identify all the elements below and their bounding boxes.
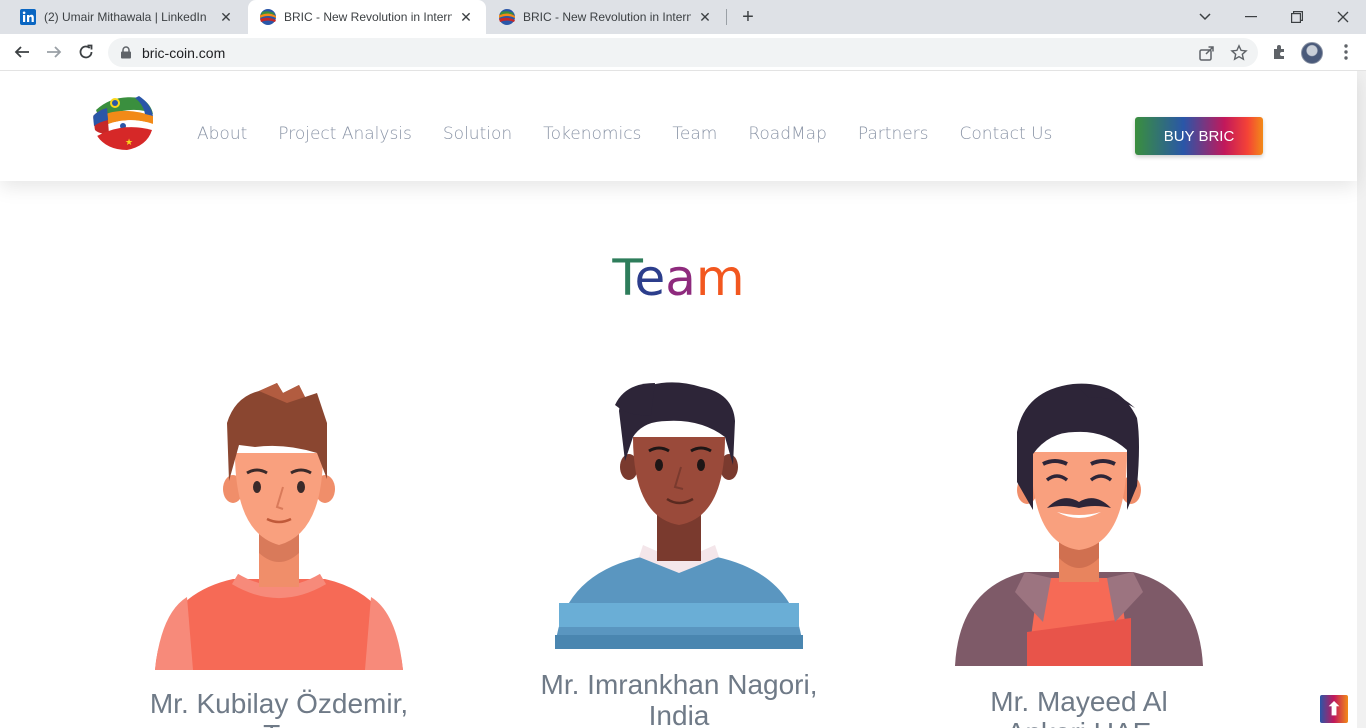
buy-bric-button[interactable]: BUY BRIC: [1135, 117, 1263, 155]
close-window-button[interactable]: [1320, 0, 1366, 34]
url-text: bric-coin.com: [142, 45, 226, 61]
tab-title: BRIC - New Revolution in Interna: [523, 10, 691, 24]
title-letter: e: [634, 249, 666, 307]
bric-logo-icon: ★: [93, 90, 154, 151]
tab-linkedin[interactable]: (2) Umair Mithawala | LinkedIn ✕: [8, 0, 246, 34]
arrow-right-icon: [47, 46, 62, 58]
minimize-button[interactable]: [1228, 0, 1274, 34]
nav-solution[interactable]: Solution: [443, 124, 512, 144]
chevron-down-icon: [1199, 13, 1211, 21]
minimize-icon: [1245, 16, 1257, 18]
member-name-line: India: [648, 700, 710, 728]
nav-tokenomics[interactable]: Tokenomics: [543, 124, 641, 144]
close-icon[interactable]: ✕: [697, 9, 713, 25]
tab-strip: (2) Umair Mithawala | LinkedIn ✕ BRIC - …: [0, 0, 1366, 34]
title-letter: T: [612, 249, 635, 307]
tab-bric[interactable]: BRIC - New Revolution in Interna ✕: [487, 0, 725, 34]
arrow-up-icon: ⬆: [1326, 698, 1342, 719]
member-name-line: Mr. Imrankhan Nagori,: [540, 669, 818, 700]
browser-toolbar: bric-coin.com: [0, 34, 1366, 71]
menu-icon[interactable]: [1336, 42, 1356, 62]
team-member-name: Mr. Mayeed Al Ankari UAE: [900, 686, 1258, 728]
bric-logo-icon: [499, 9, 515, 25]
nav-about[interactable]: About: [197, 124, 247, 144]
close-icon: [1337, 11, 1349, 23]
reload-button[interactable]: [72, 38, 100, 66]
team-member-avatar: [955, 382, 1203, 666]
team-member-name: Mr. Kubilay Özdemir, Tu: [100, 688, 458, 728]
svg-text:★: ★: [125, 138, 133, 148]
team-member-name: Mr. Imrankhan Nagori, India: [500, 669, 858, 728]
member-name-line: Tu: [100, 719, 458, 728]
member-name-line: Mr. Kubilay Özdemir,: [149, 688, 409, 719]
arrow-left-icon: [14, 46, 29, 58]
site-logo[interactable]: ★: [93, 90, 154, 151]
page-viewport: ★ About Project Analysis Solution Tokeno…: [0, 71, 1366, 728]
tab-search-button[interactable]: [1182, 0, 1228, 34]
nav-team[interactable]: Team: [672, 124, 717, 144]
site-header: ★ About Project Analysis Solution Tokeno…: [0, 71, 1357, 181]
close-icon[interactable]: ✕: [458, 9, 474, 25]
extensions-icon[interactable]: [1270, 42, 1290, 62]
tab-bric-active[interactable]: BRIC - New Revolution in Interna ✕: [248, 0, 486, 34]
forward-button[interactable]: [40, 38, 68, 66]
restore-icon: [1291, 11, 1303, 23]
tab-title: BRIC - New Revolution in Interna: [284, 10, 452, 24]
main-nav: About Project Analysis Solution Tokenomi…: [197, 124, 1083, 144]
restore-button[interactable]: [1274, 0, 1320, 34]
member-name-line: Ankari UAE: [900, 717, 1258, 728]
tab-title: (2) Umair Mithawala | LinkedIn: [44, 10, 207, 24]
share-icon[interactable]: [1198, 44, 1216, 62]
nav-contact-us[interactable]: Contact Us: [960, 124, 1053, 144]
nav-partners[interactable]: Partners: [858, 124, 929, 144]
title-letter: a: [665, 249, 696, 307]
team-member-avatar: [155, 383, 403, 670]
nav-roadmap[interactable]: RoadMap: [748, 124, 827, 144]
close-icon[interactable]: ✕: [218, 9, 234, 25]
bric-logo-icon: [260, 9, 276, 25]
new-tab-button[interactable]: +: [738, 7, 758, 27]
team-member-avatar: [555, 381, 803, 649]
member-name-line: Mr. Mayeed Al: [990, 686, 1168, 717]
linkedin-icon: [20, 9, 36, 25]
lock-icon: [121, 46, 131, 59]
page-scrollbar[interactable]: [1357, 71, 1366, 728]
nav-project-analysis[interactable]: Project Analysis: [278, 124, 412, 144]
title-letter: m: [695, 249, 745, 307]
back-button[interactable]: [8, 38, 36, 66]
tab-separator: [726, 9, 727, 25]
scroll-to-top-button[interactable]: ⬆: [1320, 695, 1348, 723]
section-title: Team: [0, 249, 1357, 307]
star-icon[interactable]: [1230, 44, 1248, 62]
avatar[interactable]: [1301, 42, 1323, 64]
reload-icon: [79, 44, 93, 59]
address-bar[interactable]: bric-coin.com: [108, 38, 1258, 67]
